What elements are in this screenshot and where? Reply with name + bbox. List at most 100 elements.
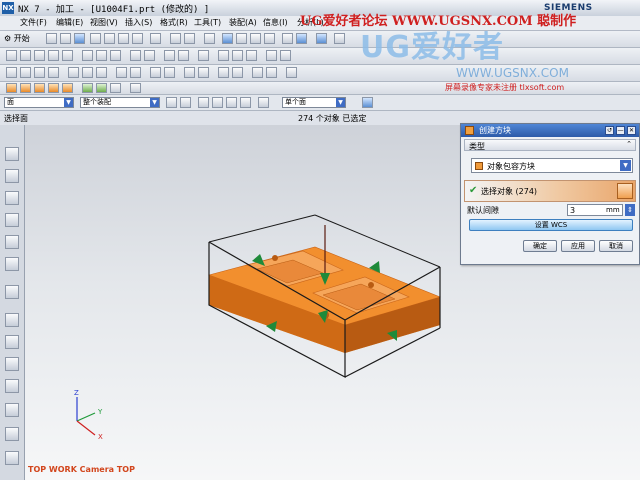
history-icon[interactable] bbox=[5, 313, 19, 327]
sync-modeling-icon[interactable] bbox=[286, 67, 297, 78]
edit-curve-icon[interactable] bbox=[164, 50, 175, 61]
postprocess-icon[interactable] bbox=[110, 83, 121, 93]
line-icon[interactable] bbox=[6, 50, 17, 61]
perspective-icon[interactable] bbox=[282, 33, 293, 44]
gap-spin-icon[interactable]: ⇕ bbox=[625, 204, 635, 216]
menu-edit[interactable]: 编辑(E) bbox=[56, 17, 83, 28]
default-gap-input[interactable]: 3 mm bbox=[567, 204, 623, 216]
type-filter-combo[interactable]: 面 ▼ bbox=[4, 97, 74, 108]
trim-icon[interactable] bbox=[110, 50, 121, 61]
create-operation-icon[interactable] bbox=[62, 83, 73, 93]
assembly-navigator-icon[interactable] bbox=[5, 147, 19, 161]
rotate-icon[interactable] bbox=[264, 33, 275, 44]
save-icon[interactable] bbox=[74, 33, 85, 44]
open-icon[interactable] bbox=[60, 33, 71, 44]
menu-file[interactable]: 文件(F) bbox=[20, 17, 47, 28]
sew-icon[interactable] bbox=[198, 67, 209, 78]
paste-icon[interactable] bbox=[118, 33, 129, 44]
slot-icon[interactable] bbox=[82, 67, 93, 78]
select-region-icon[interactable] bbox=[258, 97, 269, 108]
roles-icon[interactable] bbox=[5, 379, 19, 393]
mirror-icon[interactable] bbox=[164, 67, 175, 78]
layer-icon[interactable] bbox=[184, 33, 195, 44]
snap-point-icon[interactable] bbox=[198, 97, 209, 108]
journal-icon[interactable] bbox=[5, 451, 19, 465]
undo-icon[interactable] bbox=[150, 33, 161, 44]
cut-icon[interactable] bbox=[90, 33, 101, 44]
boolean-icon[interactable] bbox=[266, 50, 277, 61]
pattern-icon[interactable] bbox=[184, 67, 195, 78]
subtract-icon[interactable] bbox=[280, 50, 291, 61]
face-rule-combo[interactable]: 单个面 ▼ bbox=[282, 97, 346, 108]
extrude-icon[interactable] bbox=[130, 50, 141, 61]
start-button[interactable]: ⚙ 开始 bbox=[4, 33, 30, 44]
selection-intent-icon[interactable] bbox=[362, 97, 373, 108]
system-materials-icon[interactable] bbox=[5, 335, 19, 349]
sketch-icon[interactable] bbox=[6, 67, 17, 78]
select-object-icon[interactable] bbox=[617, 183, 633, 199]
type-section-header[interactable]: 类型 ⌃ bbox=[464, 139, 636, 151]
shaded-icon[interactable] bbox=[296, 33, 307, 44]
menu-tools[interactable]: 工具(T) bbox=[194, 17, 221, 28]
deselect-icon[interactable] bbox=[180, 97, 191, 108]
trim-body-icon[interactable] bbox=[218, 67, 229, 78]
menu-view[interactable]: 视图(V) bbox=[90, 17, 118, 28]
set-wcs-button[interactable]: 设置 WCS bbox=[469, 219, 633, 231]
split-body-icon[interactable] bbox=[232, 67, 243, 78]
close-icon[interactable]: ✕ bbox=[627, 126, 636, 135]
arc-icon[interactable] bbox=[20, 50, 31, 61]
snap-mid-icon[interactable] bbox=[226, 97, 237, 108]
select-object-row[interactable]: ✔ 选择对象 (274) bbox=[464, 180, 636, 202]
chamfer-icon[interactable] bbox=[198, 50, 209, 61]
draft-icon[interactable] bbox=[116, 67, 127, 78]
create-method-icon[interactable] bbox=[48, 83, 59, 93]
pad-icon[interactable] bbox=[68, 67, 79, 78]
cancel-button[interactable]: 取消 bbox=[599, 240, 633, 252]
show-hide-icon[interactable] bbox=[204, 33, 215, 44]
replace-face-icon[interactable] bbox=[266, 67, 277, 78]
ok-button[interactable]: 确定 bbox=[523, 240, 557, 252]
text-icon[interactable] bbox=[62, 50, 73, 61]
collapse-icon[interactable]: — bbox=[616, 126, 625, 135]
system-scenes-icon[interactable] bbox=[5, 403, 19, 417]
generate-toolpath-icon[interactable] bbox=[82, 83, 93, 93]
menu-format[interactable]: 格式(R) bbox=[160, 17, 188, 28]
part-navigator-icon[interactable] bbox=[5, 169, 19, 183]
zoom-icon[interactable] bbox=[236, 33, 247, 44]
process-studio-icon[interactable] bbox=[5, 357, 19, 371]
orient-view-icon[interactable] bbox=[334, 33, 345, 44]
fit-view-icon[interactable] bbox=[222, 33, 233, 44]
create-program-icon[interactable] bbox=[6, 83, 17, 93]
dialog-title-bar[interactable]: 创建方块 ↺ — ✕ bbox=[461, 124, 639, 137]
create-tool-icon[interactable] bbox=[20, 83, 31, 93]
assembly-filter-combo[interactable]: 整个装配 ▼ bbox=[80, 97, 160, 108]
shell-icon[interactable] bbox=[130, 67, 141, 78]
menu-info[interactable]: 信息(I) bbox=[263, 17, 288, 28]
apply-button[interactable]: 应用 bbox=[561, 240, 595, 252]
move-face-icon[interactable] bbox=[252, 67, 263, 78]
machine-tool-navigator-icon[interactable] bbox=[5, 213, 19, 227]
offset-curve-icon[interactable] bbox=[96, 50, 107, 61]
circle-icon[interactable] bbox=[34, 50, 45, 61]
delete-icon[interactable] bbox=[132, 33, 143, 44]
render-style-icon[interactable] bbox=[316, 33, 327, 44]
block-icon[interactable] bbox=[218, 50, 229, 61]
operation-navigator-icon[interactable] bbox=[5, 191, 19, 205]
spline-icon[interactable] bbox=[82, 50, 93, 61]
copy-icon[interactable] bbox=[104, 33, 115, 44]
palette-icon[interactable] bbox=[5, 427, 19, 441]
web-browser-icon[interactable] bbox=[5, 285, 19, 299]
block-type-select[interactable]: 对象包容方块 ▼ bbox=[471, 158, 633, 173]
verify-toolpath-icon[interactable] bbox=[96, 83, 107, 93]
revolve-icon[interactable] bbox=[144, 50, 155, 61]
snap-center-icon[interactable] bbox=[240, 97, 251, 108]
point-icon[interactable] bbox=[48, 50, 59, 61]
menu-assembly[interactable]: 装配(A) bbox=[229, 17, 257, 28]
fillet-icon[interactable] bbox=[178, 50, 189, 61]
boss-icon[interactable] bbox=[34, 67, 45, 78]
snap-end-icon[interactable] bbox=[212, 97, 223, 108]
reuse-library-icon[interactable] bbox=[5, 235, 19, 249]
pocket-icon[interactable] bbox=[48, 67, 59, 78]
select-all-icon[interactable] bbox=[166, 97, 177, 108]
hd3d-tools-icon[interactable] bbox=[5, 257, 19, 271]
